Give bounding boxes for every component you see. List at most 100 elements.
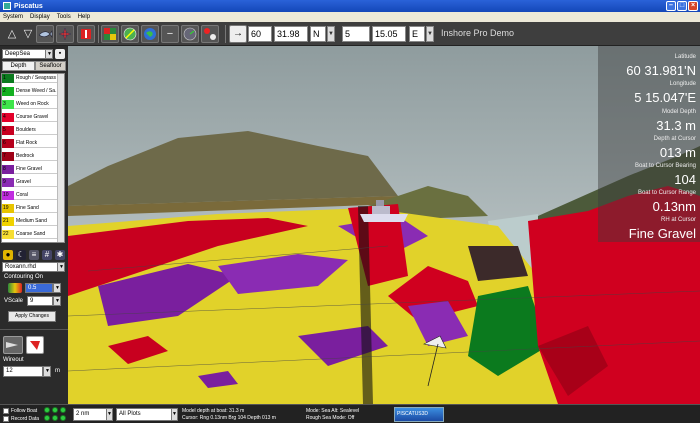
menu-bar: System Display Tools Help <box>0 12 700 22</box>
legend-label: Coarse Sand <box>16 231 46 237</box>
legend-label: Medium Sand <box>16 218 47 224</box>
longitude-label: Longitude <box>669 81 696 87</box>
tab-depth[interactable]: Depth <box>2 61 35 71</box>
legend-swatch: 6 <box>2 138 14 148</box>
chevron-down-icon[interactable]: ▼ <box>171 408 178 421</box>
legend-item[interactable]: 8 Fine Gravel <box>2 164 59 174</box>
globe-pencil-icon[interactable] <box>121 25 139 43</box>
legend-label: Coral <box>16 192 28 198</box>
legend-label: Boulders <box>16 127 36 133</box>
legend-item[interactable]: 6 Flat Rock <box>2 138 59 148</box>
legend-item[interactable]: 10 Coral <box>2 190 59 200</box>
info-panel: Latitude 60 31.981'N Longitude 5 15.047'… <box>598 46 700 242</box>
globe-icon[interactable] <box>141 25 159 43</box>
color-map-icon[interactable] <box>101 25 119 43</box>
legend-item[interactable]: 22 Coarse Sand <box>2 229 59 239</box>
wireout-unit: m <box>55 368 60 374</box>
contour-value-field[interactable]: 0.5 <box>25 283 53 293</box>
legend-item[interactable]: 9 Gravel <box>2 177 59 187</box>
mode-text: Mode: Sea Alt: Sealevel <box>306 408 360 414</box>
bearing-label: Boat to Cursor Bearing <box>634 163 696 169</box>
longitude-value: 5 15.047'E <box>634 90 696 105</box>
map-select[interactable]: DeepSea <box>2 49 46 59</box>
move-icon[interactable] <box>201 25 219 43</box>
record-data-checkbox[interactable] <box>3 416 9 422</box>
chevron-down-icon[interactable]: ▼ <box>106 408 113 421</box>
legend-label: Dense Weed / Sa... <box>15 88 59 94</box>
maximize-button[interactable]: □ <box>677 1 687 11</box>
chevron-down-icon[interactable]: ▼ <box>45 49 53 59</box>
settings-icon[interactable]: ✱ <box>55 250 65 260</box>
legend-item[interactable]: 1 Rough / Seagrass <box>2 74 59 83</box>
status-led <box>52 415 58 421</box>
lat-deg-field[interactable]: 60 <box>248 26 272 42</box>
chevron-down-icon[interactable]: ▼ <box>53 296 61 306</box>
net-icon[interactable] <box>26 336 44 354</box>
plots-select[interactable]: All Plots <box>116 408 172 421</box>
range-value: 0.13nm <box>652 199 696 214</box>
legend-item[interactable]: 7 Bedrock <box>2 151 59 161</box>
boat-depth-text: Model depth at boat: 31.3 m <box>182 408 245 414</box>
layers-icon[interactable]: ≡ <box>29 250 39 260</box>
save-icon[interactable]: ▪ <box>55 49 65 59</box>
chevron-down-icon[interactable]: ▼ <box>53 283 61 293</box>
legend-swatch: 9 <box>2 177 14 187</box>
flag-icon[interactable] <box>77 25 95 43</box>
lon-deg-field[interactable]: 5 <box>342 26 370 42</box>
piscatus-logo: PISCATUS3D <box>394 407 444 422</box>
legend-item[interactable]: 19 Fine Sand <box>2 203 59 213</box>
compass-rose-icon[interactable] <box>56 25 74 43</box>
file-select[interactable]: Roxann.rhd <box>2 262 58 272</box>
minimize-button[interactable]: – <box>666 1 676 11</box>
title-bar: Piscatus – □ × <box>0 0 700 12</box>
tab-seafloor[interactable]: Seafloor <box>35 61 66 71</box>
window-title: Piscatus <box>14 2 43 10</box>
grid-icon[interactable]: # <box>42 250 52 260</box>
legend-swatch: 5 <box>2 125 14 135</box>
chevron-down-icon[interactable]: ▼ <box>43 366 51 377</box>
down-triangle-icon[interactable]: ▽ <box>19 25 37 43</box>
follow-boat-checkbox[interactable] <box>3 408 9 414</box>
bearing-value: 104 <box>674 172 696 187</box>
lat-min-field[interactable]: 31.98 <box>274 26 308 42</box>
chevron-down-icon[interactable]: ▼ <box>57 262 65 272</box>
vscale-field[interactable]: 9 <box>27 296 53 306</box>
legend-label: Fine Sand <box>16 205 39 211</box>
app-icon <box>3 2 11 10</box>
close-button[interactable]: × <box>688 1 698 11</box>
sun-icon[interactable]: ● <box>3 250 13 260</box>
legend-item[interactable]: 5 Boulders <box>2 125 59 135</box>
menu-tools[interactable]: Tools <box>57 14 71 20</box>
menu-display[interactable]: Display <box>30 14 50 20</box>
contouring-label: Contouring On <box>4 274 44 280</box>
status-led <box>60 407 66 413</box>
chevron-down-icon[interactable]: ▼ <box>327 26 335 42</box>
minus-icon[interactable]: − <box>161 25 179 43</box>
range-select[interactable]: 2 nm <box>73 408 107 421</box>
wireout-field[interactable]: 12 <box>3 366 43 377</box>
trawl-icon[interactable] <box>3 336 23 354</box>
chevron-down-icon[interactable]: ▼ <box>426 26 434 42</box>
legend-item[interactable]: 21 Medium Sand <box>2 216 59 226</box>
menu-system[interactable]: System <box>3 14 23 20</box>
legend-item[interactable]: 3 Weed on Rock <box>2 99 59 109</box>
legend-item[interactable]: 2 Dense Weed / Sa... <box>2 86 59 96</box>
contour-color-icon[interactable] <box>8 283 22 293</box>
lat-hemi-select[interactable]: N <box>310 26 326 42</box>
lon-min-field[interactable]: 15.05 <box>372 26 406 42</box>
legend-label: Flat Rock <box>16 140 38 146</box>
menu-help[interactable]: Help <box>78 14 90 20</box>
lon-hemi-select[interactable]: E <box>409 26 425 42</box>
gauge-icon[interactable] <box>181 25 199 43</box>
mode-label: Inshore Pro Demo <box>441 28 515 38</box>
moon-icon[interactable]: ☾ <box>16 250 26 260</box>
legend-item[interactable]: 4 Course Gravel <box>2 112 59 122</box>
legend-swatch: 8 <box>2 164 14 174</box>
apply-changes-button[interactable]: Apply Changes <box>8 311 56 322</box>
legend-scrollbar[interactable] <box>57 74 64 242</box>
legend-swatch: 4 <box>2 112 14 122</box>
goto-arrow-button[interactable]: → <box>229 25 247 43</box>
latitude-value: 60 31.981'N <box>626 63 696 78</box>
legend-swatch: 10 <box>2 190 14 200</box>
fish-icon[interactable] <box>36 25 54 43</box>
